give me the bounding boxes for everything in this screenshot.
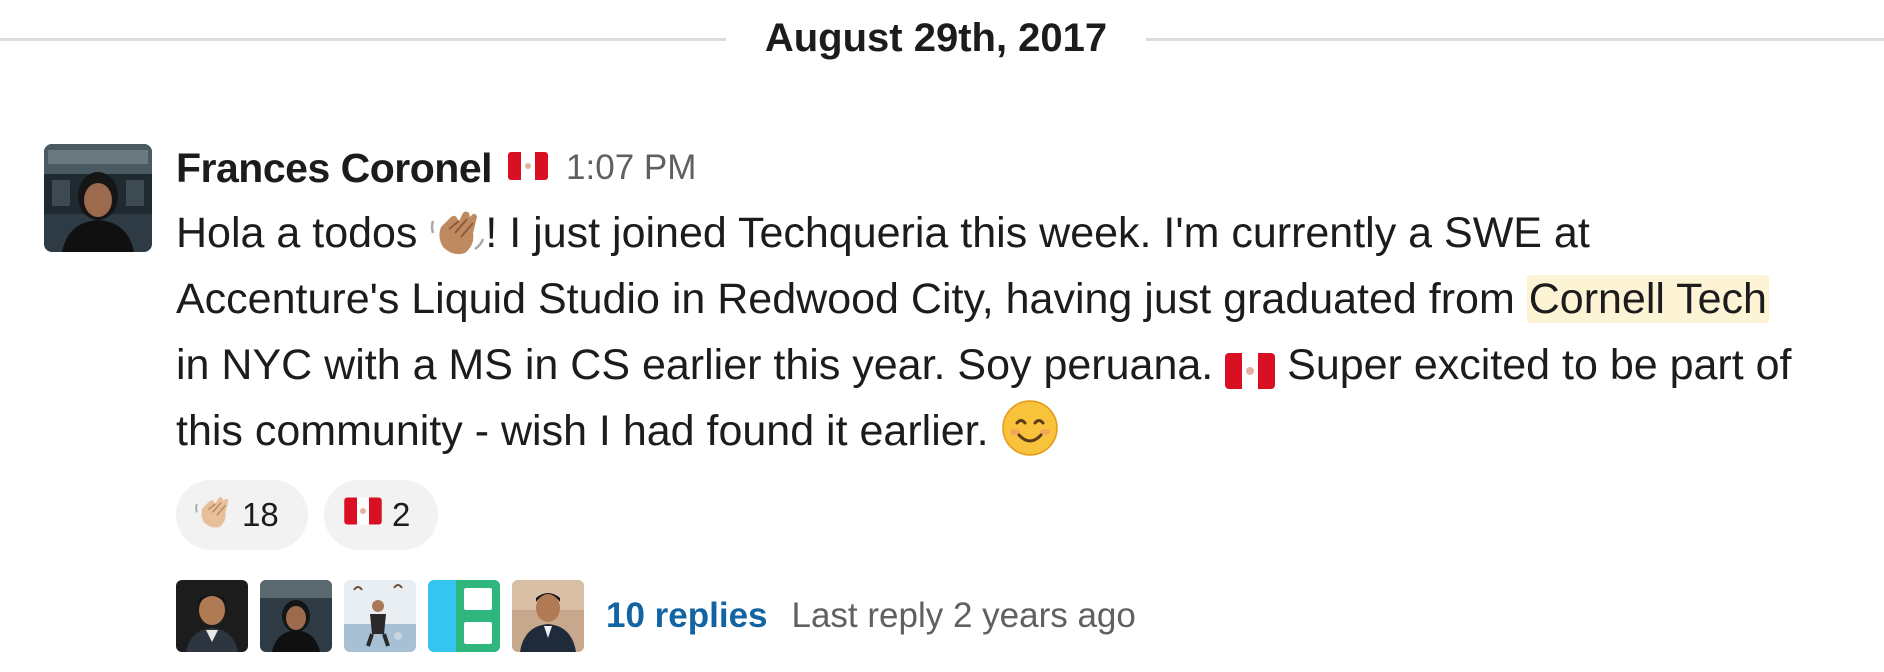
smiling-face-icon	[1001, 399, 1059, 476]
message-line: Hola a todos ! I just joined Techqueria …	[176, 200, 1866, 266]
reaction-peru-flag[interactable]: 2	[324, 480, 438, 550]
message-line: in NYC with a MS in CS earlier this year…	[176, 332, 1866, 398]
date-divider: August 29th, 2017	[0, 0, 1884, 84]
message-text: this community - wish I had found it ear…	[176, 407, 1001, 455]
message-text: ! I just joined Techqueria this week. I'…	[485, 209, 1590, 257]
reaction-count: 2	[392, 496, 411, 533]
reply-avatar[interactable]	[428, 580, 500, 652]
message-text: Hola a todos	[176, 209, 430, 257]
reaction-count: 18	[242, 496, 279, 533]
divider-line-right	[1146, 38, 1884, 41]
last-reply-text: Last reply 2 years ago	[791, 596, 1136, 635]
peru-flag-icon	[342, 496, 384, 534]
reply-avatar[interactable]	[260, 580, 332, 652]
message-line: Accenture's Liquid Studio in Redwood Cit…	[176, 266, 1866, 332]
message-line: this community - wish I had found it ear…	[176, 398, 1866, 464]
message-text: Super excited to be part of	[1275, 341, 1792, 389]
replies-link[interactable]: 10 replies	[606, 596, 768, 636]
reply-avatar[interactable]	[176, 580, 248, 652]
reply-avatar[interactable]	[344, 580, 416, 652]
message-header: Frances Coronel 1:07 PM	[176, 140, 696, 196]
message-timestamp[interactable]: 1:07 PM	[566, 148, 696, 188]
reaction-waving-hand[interactable]: 18	[176, 480, 308, 550]
date-label[interactable]: August 29th, 2017	[726, 14, 1146, 62]
highlighted-keyword: Cornell Tech	[1526, 275, 1769, 323]
peru-flag-icon	[1225, 344, 1276, 410]
reactions-bar: 18 2	[176, 480, 438, 550]
divider-line-left	[0, 38, 726, 41]
reply-avatar[interactable]	[512, 580, 584, 652]
author-avatar[interactable]	[44, 144, 152, 252]
peru-flag-icon	[508, 151, 549, 185]
author-name[interactable]: Frances Coronel	[176, 145, 493, 192]
message-text: Accenture's Liquid Studio in Redwood Cit…	[176, 275, 1527, 323]
waving-hand-icon	[194, 491, 234, 539]
thread-summary[interactable]: 10 replies Last reply 2 years ago	[176, 580, 1136, 652]
message-text: in NYC with a MS in CS earlier this year…	[176, 341, 1226, 389]
message-body: Hola a todos ! I just joined Techqueria …	[176, 200, 1866, 464]
